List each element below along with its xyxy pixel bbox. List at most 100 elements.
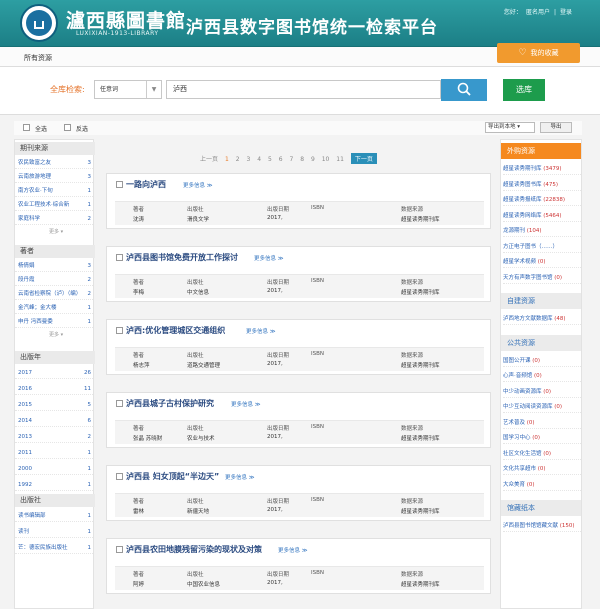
- resource-item[interactable]: 社区文化生活馆 (0): [503, 448, 581, 460]
- facet-item[interactable]: 读书编辑部 1: [15, 511, 93, 522]
- select-all-checkbox[interactable]: [23, 124, 30, 131]
- more-info-link[interactable]: 更多信息 ≫: [183, 181, 213, 189]
- facet-item[interactable]: 读刊 1: [15, 527, 93, 538]
- resource-item[interactable]: 方正电子图书（……）: [503, 241, 581, 253]
- resource-item[interactable]: 超星读秀期刊库 (3479): [503, 163, 581, 175]
- user-bar: 您好： 匿名用户 | 登录: [502, 7, 574, 16]
- facet-item[interactable]: 2014 6: [15, 416, 93, 427]
- next-page-button[interactable]: 下一页: [350, 153, 377, 164]
- result-meta-table: 著者 李梅 出版社 中文信息 出版日期 2017, ISBN 数据来源 超星读秀期刊库: [115, 274, 484, 298]
- result-title[interactable]: 一路向泸西: [126, 179, 166, 190]
- result-checkbox[interactable]: [116, 254, 123, 261]
- more-info-link[interactable]: 更多信息 ≫: [231, 400, 261, 408]
- facet-item[interactable]: 段丹霞 2: [15, 275, 93, 286]
- meta-header: 数据来源: [401, 426, 424, 432]
- page-link[interactable]: 10: [322, 156, 330, 163]
- facet-more-link[interactable]: 更多 ▾: [49, 331, 63, 338]
- resource-item[interactable]: 心声·音频馆 (0): [503, 370, 581, 382]
- result-card: 泸西县农田地膜残留污染的现状及对策 更多信息 ≫ 著者 阿婷 出版社 中国农业信息 出版日期…: [106, 538, 491, 594]
- result-title[interactable]: 泸西县 妇女顶起“半边天”: [126, 471, 219, 482]
- facet-item[interactable]: 云南省检察院（泸）（编） 2: [15, 289, 93, 300]
- facet-item[interactable]: 金汽峰；金大楼 1: [15, 303, 93, 314]
- favorites-button[interactable]: ♡ 我的收藏: [497, 43, 580, 63]
- all-resources-link[interactable]: 所有资源: [24, 53, 52, 63]
- resource-item[interactable]: 龙源期刊 (104): [503, 225, 581, 237]
- resource-item[interactable]: 国图公开课 (0): [503, 355, 581, 367]
- resource-item[interactable]: 文化共享超市 (0): [503, 463, 581, 475]
- more-info-link[interactable]: 更多信息 ≫: [246, 327, 276, 335]
- export-button[interactable]: 导出: [540, 122, 572, 133]
- resource-item[interactable]: 超星读秀报纸库 (22838): [503, 194, 581, 206]
- facet-item[interactable]: 2011 1: [15, 448, 93, 459]
- result-checkbox[interactable]: [116, 400, 123, 407]
- select-library-button[interactable]: 选库: [503, 79, 545, 101]
- page-link[interactable]: 2: [236, 156, 240, 163]
- user-link[interactable]: 匿名用户: [526, 9, 550, 16]
- resource-item[interactable]: 超星读秀图书库 (475): [503, 179, 581, 191]
- invert-checkbox[interactable]: [64, 124, 71, 131]
- result-title[interactable]: 泸西县农田地膜残留污染的现状及对策: [126, 544, 262, 555]
- facet-item[interactable]: 杨倩娟 3: [15, 261, 93, 272]
- resource-item[interactable]: 艺术普及 (0): [503, 417, 581, 429]
- meta-value: 2017,: [267, 288, 283, 294]
- facet-item[interactable]: 申丹 冯西曼委 1: [15, 317, 93, 328]
- meta-header: 出版日期: [267, 572, 290, 578]
- more-info-link[interactable]: 更多信息 ≫: [225, 473, 255, 481]
- facet-item[interactable]: 2013 2: [15, 432, 93, 443]
- facet-item[interactable]: 南方农业·下旬 1: [15, 186, 93, 197]
- resource-item[interactable]: 超星读秀网络库 (5464): [503, 210, 581, 222]
- meta-value: 新疆天地: [187, 509, 210, 515]
- resource-item[interactable]: 泸西县图书馆馆藏文献 (150): [503, 520, 581, 532]
- facet-item[interactable]: 农业工程技术·综合新 1: [15, 200, 93, 211]
- result-checkbox[interactable]: [116, 546, 123, 553]
- resource-item[interactable]: 大众美育 (0): [503, 479, 581, 491]
- prev-page-link[interactable]: 上一页: [200, 154, 218, 163]
- greeting-text: 您好：: [503, 9, 522, 16]
- facet-item[interactable]: 家庭科学 2: [15, 214, 93, 225]
- resource-item[interactable]: 超星学术视频 (0): [503, 256, 581, 268]
- search-field-select[interactable]: 任意词 ▼: [94, 80, 162, 99]
- more-info-link[interactable]: 更多信息 ≫: [278, 546, 308, 554]
- facet-item[interactable]: 2015 5: [15, 400, 93, 411]
- page-link[interactable]: 4: [257, 156, 261, 163]
- facet-item[interactable]: 2016 11: [15, 384, 93, 395]
- facet-item[interactable]: 2000 1: [15, 464, 93, 475]
- facet-item[interactable]: 2017 26: [15, 368, 93, 379]
- facet-item[interactable]: 芒：德宏民族出版社 1: [15, 543, 93, 554]
- page-link[interactable]: 1: [225, 156, 229, 163]
- search-input[interactable]: 泸西: [166, 80, 441, 99]
- meta-header: 数据来源: [401, 207, 424, 213]
- meta-header: 出版日期: [267, 353, 290, 359]
- result-checkbox[interactable]: [116, 473, 123, 480]
- resource-item[interactable]: 中少互动阅读资源库 (0): [503, 401, 581, 413]
- result-title[interactable]: 泸西县城子古村保护研究: [126, 398, 214, 409]
- export-format-select[interactable]: 导出到本地 ▾: [485, 122, 535, 133]
- facet-item[interactable]: 1992 1: [15, 480, 93, 491]
- more-info-link[interactable]: 更多信息 ≫: [254, 254, 284, 262]
- result-title[interactable]: 泸西:优化管理城区交通组织: [126, 325, 225, 336]
- page-link[interactable]: 9: [311, 156, 315, 163]
- library-name: 瀘西縣圖書館: [66, 10, 187, 32]
- page-header: 瀘西縣圖書館 LUXIXIAN-1913-LIBRARY 泸西县数字图书馆统一检…: [0, 0, 600, 47]
- resource-item[interactable]: 中少动画资源库 (0): [503, 386, 581, 398]
- facet-item[interactable]: 云南旅游地理 3: [15, 172, 93, 183]
- resource-item[interactable]: 国学习中心 (0): [503, 432, 581, 444]
- result-checkbox[interactable]: [116, 327, 123, 334]
- page-link[interactable]: 5: [268, 156, 272, 163]
- search-button[interactable]: [441, 79, 487, 101]
- result-checkbox[interactable]: [116, 181, 123, 188]
- meta-header: 著者: [133, 353, 145, 359]
- resource-section-title: 公共资源: [501, 334, 581, 351]
- page-link[interactable]: 7: [289, 156, 293, 163]
- result-card: 泸西县 妇女顶起“半边天” 更多信息 ≫ 著者 雷林 出版社 新疆天地 出版日期 2017, I…: [106, 465, 491, 521]
- page-link[interactable]: 6: [279, 156, 283, 163]
- result-title[interactable]: 泸西县图书馆免费开放工作探讨: [126, 252, 238, 263]
- facet-more-link[interactable]: 更多 ▾: [49, 228, 63, 235]
- page-link[interactable]: 8: [300, 156, 304, 163]
- resource-item[interactable]: 泸西地方文献数据库 (48): [503, 313, 581, 325]
- facet-item[interactable]: 农民致富之友 3: [15, 158, 93, 169]
- login-link[interactable]: 登录: [560, 9, 572, 16]
- page-link[interactable]: 3: [246, 156, 250, 163]
- resource-item[interactable]: 天方有声数字图书馆 (0): [503, 272, 581, 284]
- page-link[interactable]: 11: [336, 156, 344, 163]
